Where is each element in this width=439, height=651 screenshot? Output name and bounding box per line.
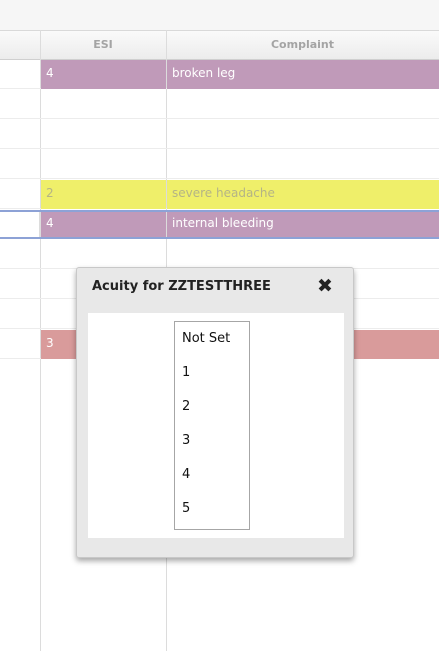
esi-cell[interactable] (41, 120, 166, 149)
esi-cell[interactable] (41, 240, 166, 269)
acuity-option-2[interactable]: 2 (175, 390, 249, 424)
esi-cell[interactable]: 4 (41, 210, 166, 239)
close-x-icon[interactable]: ✖ (315, 276, 335, 296)
header-cell-esi[interactable]: ESI (40, 31, 166, 59)
popup-body: Not Set 1 2 3 4 5 (88, 313, 344, 538)
table-row[interactable]: 2 severe headache (0, 180, 439, 209)
complaint-cell[interactable]: broken leg (167, 60, 439, 89)
triage-board-screen: ESI Complaint 4 broken leg 2 severe head… (0, 0, 439, 651)
table-row[interactable] (0, 240, 439, 269)
complaint-cell[interactable] (167, 120, 439, 149)
table-row[interactable] (0, 120, 439, 149)
acuity-option-1[interactable]: 1 (175, 356, 249, 390)
popup-title: Acuity for ZZTESTTHREE (92, 279, 271, 294)
table-row[interactable]: 4 internal bleeding (0, 210, 439, 239)
complaint-cell[interactable] (167, 90, 439, 119)
table-row[interactable] (0, 90, 439, 119)
complaint-cell[interactable]: severe headache (167, 180, 439, 209)
esi-cell[interactable]: 4 (41, 60, 166, 89)
acuity-option-not-set[interactable]: Not Set (175, 322, 249, 356)
top-toolbar-strip (0, 0, 439, 30)
esi-cell[interactable]: 2 (41, 180, 166, 209)
header-cell-name[interactable] (0, 31, 40, 59)
grid-header: ESI Complaint (0, 30, 439, 60)
esi-cell[interactable] (41, 90, 166, 119)
acuity-popup: Acuity for ZZTESTTHREE ✖ Not Set 1 2 3 4… (76, 267, 354, 558)
header-cell-complaint[interactable]: Complaint (166, 31, 439, 59)
table-row[interactable] (0, 150, 439, 179)
acuity-option-3[interactable]: 3 (175, 424, 249, 458)
acuity-option-5[interactable]: 5 (175, 492, 249, 526)
acuity-listbox[interactable]: Not Set 1 2 3 4 5 (174, 321, 250, 530)
complaint-cell[interactable] (167, 150, 439, 179)
complaint-cell[interactable] (167, 240, 439, 269)
complaint-cell[interactable]: internal bleeding (167, 210, 439, 239)
acuity-option-4[interactable]: 4 (175, 458, 249, 492)
esi-cell[interactable] (41, 150, 166, 179)
selected-row-name-cell[interactable] (0, 210, 40, 239)
table-row[interactable]: 4 broken leg (0, 60, 439, 89)
